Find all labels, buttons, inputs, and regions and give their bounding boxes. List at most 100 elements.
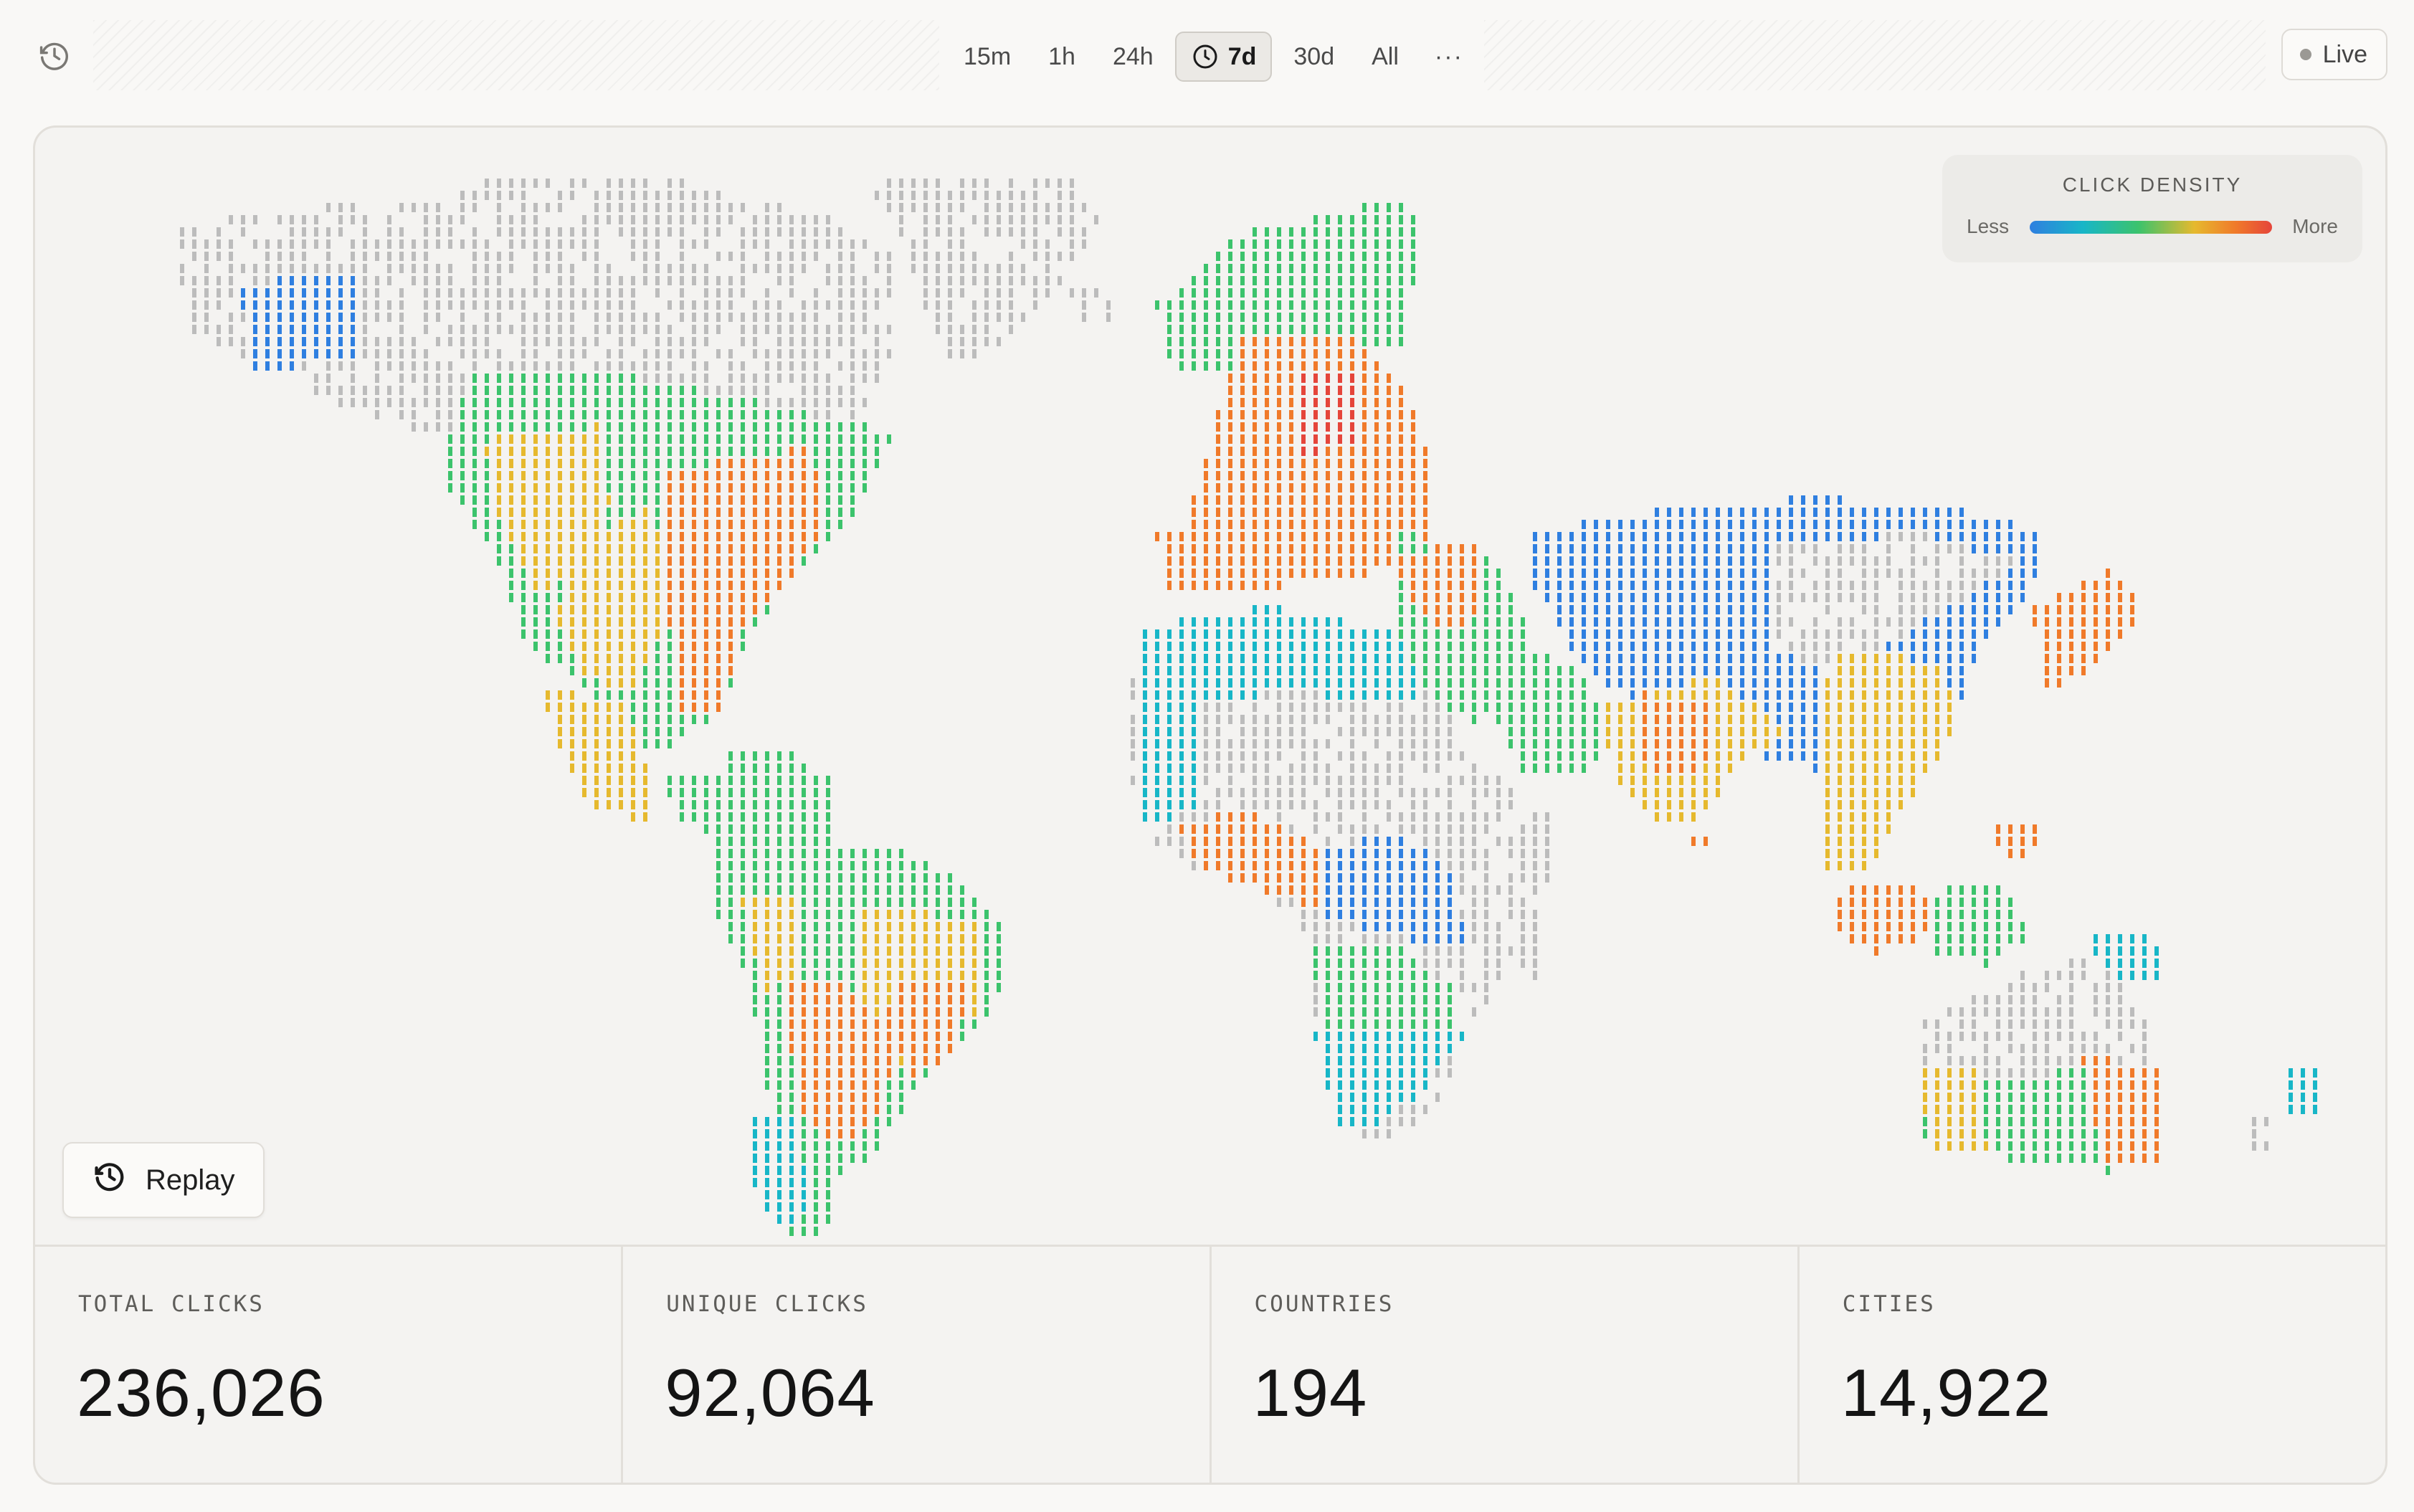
map-dot	[863, 447, 867, 456]
map-dot	[887, 1080, 891, 1090]
map-dot	[1435, 812, 1440, 822]
map-dot	[814, 922, 818, 931]
map-dot	[1582, 715, 1586, 724]
map-dot	[1838, 764, 1842, 773]
map-dot	[424, 227, 428, 237]
range-1h[interactable]: 1h	[1032, 32, 1091, 82]
map-dot	[2008, 922, 2013, 931]
map-dot	[1630, 715, 1635, 724]
map-dot	[802, 1068, 806, 1078]
map-dot	[631, 776, 635, 785]
history-button[interactable]	[33, 36, 76, 79]
map-dot	[777, 569, 781, 578]
map-dot	[1362, 642, 1367, 651]
map-dot	[1399, 776, 1403, 785]
map-dot	[1411, 898, 1415, 907]
map-dot	[1411, 983, 1415, 992]
map-dot	[619, 666, 623, 675]
map-dot	[777, 1117, 781, 1126]
map-dot	[351, 386, 355, 395]
map-dot	[1703, 690, 1708, 700]
map-dot	[2264, 1141, 2268, 1151]
map-dot	[1972, 569, 1976, 578]
map-dot	[399, 325, 404, 334]
map-dot	[704, 374, 708, 383]
map-dot	[1265, 776, 1269, 785]
map-dot	[1838, 849, 1842, 858]
map-dot	[2033, 1105, 2037, 1114]
map-dot	[1216, 690, 1220, 700]
map-dot	[1643, 776, 1647, 785]
range-7d[interactable]: 7d	[1174, 32, 1273, 82]
map-dot	[1277, 898, 1281, 907]
map-dot	[863, 1019, 867, 1029]
map-dot	[607, 520, 611, 529]
live-button[interactable]: Live	[2281, 29, 2387, 80]
map-dot	[984, 995, 989, 1004]
map-dot	[1362, 1068, 1367, 1078]
map-dot	[802, 386, 806, 395]
map-dot	[728, 520, 733, 529]
map-dot	[1874, 593, 1878, 602]
map-dot	[1508, 800, 1513, 809]
map-dot	[326, 264, 331, 273]
map-dot	[619, 459, 623, 468]
map-dot	[1374, 483, 1379, 493]
map-dot	[789, 1105, 794, 1114]
map-dot	[2118, 1032, 2122, 1041]
map-dot	[1313, 288, 1318, 298]
map-dot	[1301, 885, 1306, 895]
map-dot	[1764, 678, 1769, 688]
map-dot	[448, 374, 452, 383]
map-dot	[497, 508, 501, 517]
map-dot	[1886, 739, 1891, 748]
map-dot	[1033, 239, 1037, 249]
map-dot	[728, 349, 733, 358]
map-dot	[1277, 788, 1281, 797]
map-dot	[1374, 459, 1379, 468]
range-15m[interactable]: 15m	[948, 32, 1027, 82]
map-dot	[1216, 252, 1220, 261]
map-dot	[607, 642, 611, 651]
map-dot	[972, 349, 976, 358]
map-dot	[765, 422, 769, 432]
map-dot	[1911, 508, 1915, 517]
map-dot	[2033, 1093, 2037, 1102]
map-dot	[1387, 508, 1391, 517]
map-dot	[1192, 849, 1196, 858]
map-dot	[387, 398, 391, 407]
map-dot	[1435, 971, 1440, 980]
map-dot	[2045, 642, 2049, 651]
map-dot	[631, 812, 635, 822]
map-dot	[1496, 666, 1501, 675]
map-dot	[1289, 837, 1293, 846]
map-dot	[777, 861, 781, 870]
map-dot	[314, 239, 318, 249]
range-all[interactable]: All	[1356, 32, 1415, 82]
map-dot	[789, 898, 794, 907]
map-dot	[1874, 617, 1878, 627]
range-30d[interactable]: 30d	[1278, 32, 1350, 82]
map-dot	[1972, 1141, 1976, 1151]
map-dot	[1448, 995, 1452, 1004]
map-dot	[1923, 1056, 1927, 1065]
map-dot	[814, 1117, 818, 1126]
map-dot	[887, 995, 891, 1004]
map-dot	[533, 471, 538, 480]
map-dot	[1996, 1068, 2000, 1078]
more-options-button[interactable]: ···	[1420, 43, 1478, 71]
map-dot	[1484, 605, 1488, 614]
map-dot	[1192, 361, 1196, 371]
world-click-map[interactable]: CLICK DENSITY Less More Replay	[35, 128, 2385, 1245]
range-24h[interactable]: 24h	[1097, 32, 1169, 82]
map-dot	[1935, 593, 1939, 602]
map-dot	[850, 983, 855, 992]
map-dot	[1460, 946, 1464, 956]
map-dot	[460, 239, 465, 249]
map-dot	[692, 361, 696, 371]
map-dot	[1618, 629, 1622, 639]
map-dot	[460, 422, 465, 432]
map-dot	[485, 532, 489, 541]
map-dot	[753, 544, 757, 553]
map-dot	[570, 227, 574, 237]
